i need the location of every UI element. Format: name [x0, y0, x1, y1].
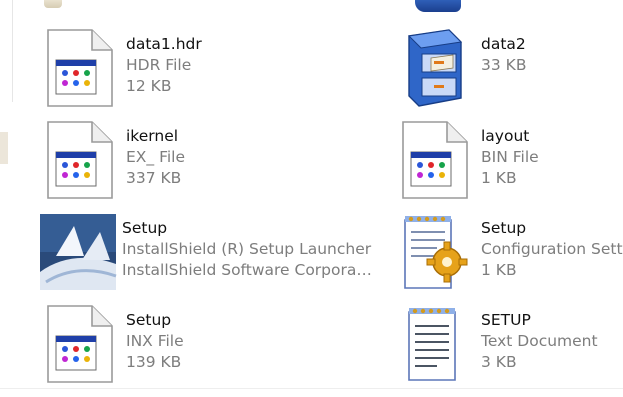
file-name: ikernel: [126, 127, 179, 145]
file-size: 33 KB: [481, 56, 527, 74]
file-name: data1.hdr: [126, 35, 202, 53]
file-type: Configuration Sett: [481, 240, 623, 258]
file-list-pane: data1.hdr HDR File 12 KB data2 33 KB ike…: [0, 0, 623, 397]
file-item-data1-hdr[interactable]: data1.hdr HDR File 12 KB: [42, 28, 372, 114]
list-bottom-divider: [0, 388, 623, 389]
file-size: 1 KB: [481, 169, 517, 187]
file-type: HDR File: [126, 56, 192, 74]
file-type: EX_ File: [126, 148, 186, 166]
file-item-setup-launcher[interactable]: Setup InstallShield (R) Setup Launcher I…: [38, 212, 383, 298]
file-name: Setup: [122, 219, 168, 237]
file-size: 1 KB: [481, 261, 517, 279]
file-item-setup-inx[interactable]: Setup INX File 139 KB: [42, 304, 372, 390]
file-item-setup-config[interactable]: Setup Configuration Sett 1 KB: [397, 212, 623, 298]
file-name: Setup: [481, 219, 527, 237]
left-frame-edge: [0, 0, 13, 102]
file-company: InstallShield Software Corpora…: [122, 261, 372, 279]
file-name: Setup: [126, 311, 172, 329]
app-file-icon: [42, 304, 122, 384]
file-description: InstallShield (R) Setup Launcher: [122, 240, 372, 258]
file-type: INX File: [126, 332, 184, 350]
file-size: 337 KB: [126, 169, 182, 187]
partial-file-icon-top[interactable]: [44, 0, 62, 8]
app-file-icon: [397, 120, 477, 200]
file-size: 12 KB: [126, 77, 172, 95]
partial-folder-icon-top[interactable]: [415, 0, 461, 12]
file-item-data2[interactable]: data2 33 KB: [397, 28, 623, 114]
config-settings-icon: [397, 212, 477, 292]
installshield-setup-icon: [38, 212, 118, 292]
file-item-layout[interactable]: layout BIN File 1 KB: [397, 120, 623, 206]
file-type: Text Document: [481, 332, 598, 350]
file-type: BIN File: [481, 148, 539, 166]
left-frame-marker: [0, 132, 8, 164]
file-name: layout: [481, 127, 530, 145]
file-name: data2: [481, 35, 526, 53]
cabinet-file-icon: [397, 28, 477, 108]
file-item-ikernel[interactable]: ikernel EX_ File 337 KB: [42, 120, 372, 206]
file-name: SETUP: [481, 311, 531, 329]
file-size: 3 KB: [481, 353, 517, 371]
text-document-icon: [397, 304, 477, 384]
file-item-setup-text[interactable]: SETUP Text Document 3 KB: [397, 304, 623, 390]
app-file-icon: [42, 120, 122, 200]
file-size: 139 KB: [126, 353, 182, 371]
app-file-icon: [42, 28, 122, 108]
